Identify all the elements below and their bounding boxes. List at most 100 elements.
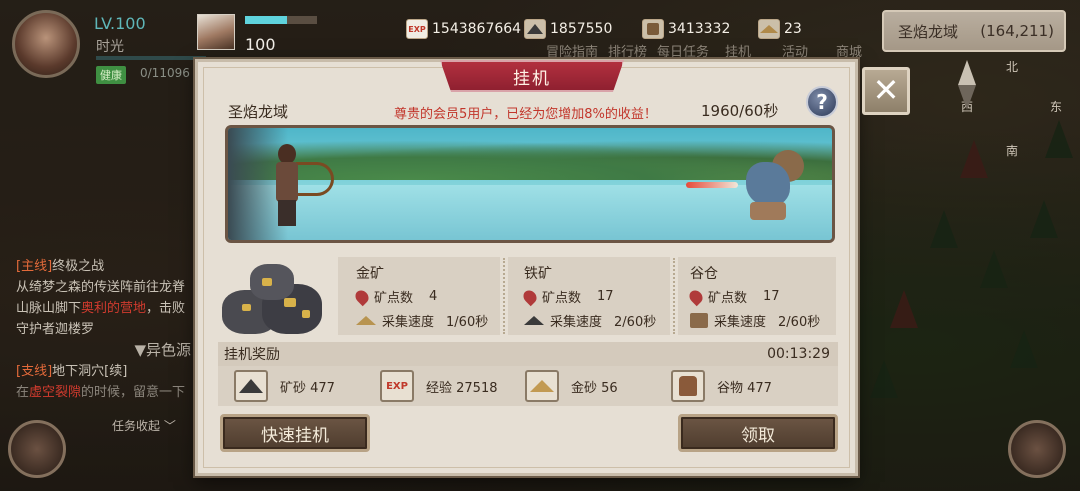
mine-granary-speed: 采集速度 2/60秒 (690, 311, 820, 330)
menu-leaderboard[interactable]: 排行榜 (608, 41, 647, 60)
map-pin-icon (352, 287, 372, 306)
resource-gold-sand: 23 (758, 17, 802, 41)
chevron-down-icon: ﹀ (163, 419, 176, 433)
battle-scene (225, 125, 835, 243)
mine-gold-speed-value: 1/60秒 (446, 315, 489, 330)
mine-granary-title: 谷仓 (690, 266, 718, 282)
exp-icon: EXP (406, 19, 428, 39)
ore-icon (524, 316, 544, 325)
mine-iron-speed-label: 采集速度 (550, 315, 603, 330)
reward-item-grain: 谷物 477 (671, 370, 772, 402)
help-button[interactable]: ? (806, 86, 838, 118)
player-avatar[interactable] (12, 10, 80, 78)
mine-gold: 金矿 矿点数 4 采集速度 1/60秒 (338, 257, 500, 335)
reward-grain-label: 谷物 477 (717, 380, 772, 396)
gold-sand-icon[interactable] (525, 370, 559, 402)
hero-archer-sprite (266, 140, 334, 228)
ore-icon (524, 19, 546, 39)
vip-notice: 尊贵的会员5用户，已经为您增加8%的收益！ (394, 107, 657, 122)
gold-sand-icon (758, 19, 780, 39)
quest-collapse-label: 任务收起 (112, 419, 161, 433)
quick-idle-button[interactable]: 快速挂机 (220, 414, 370, 452)
status-value: 0/11096 (140, 66, 190, 80)
mine-pile-image (222, 254, 327, 336)
quest-main-title: 终极之战 (52, 259, 105, 274)
mine-granary-points-value: 17 (763, 289, 780, 304)
mine-granary-points-label: 矿点数 (708, 291, 748, 306)
reward-ore-label: 矿砂 477 (280, 380, 335, 396)
reward-label: 挂机奖励 (224, 347, 280, 363)
compass-south: 南 (1006, 144, 1019, 158)
location-coords: (164,211) (980, 22, 1054, 40)
close-button[interactable]: ✕ (862, 67, 910, 115)
hero-hp-fill (245, 16, 287, 24)
quest-side-text: 在 (16, 385, 30, 400)
reward-gold-sand-label: 金砂 56 (571, 380, 618, 396)
reward-exp-label: 经验 27518 (426, 380, 498, 396)
mine-granary-speed-value: 2/60秒 (778, 315, 821, 330)
hero-power: 100 (245, 35, 276, 54)
location-box[interactable]: 圣焰龙域 (164,211) (882, 10, 1066, 52)
mine-gold-points-label: 矿点数 (374, 291, 414, 306)
resource-exp: EXP 1543867664 (406, 17, 521, 41)
mine-iron-points-value: 17 (597, 289, 614, 304)
grain-icon (690, 313, 708, 328)
mine-gold-speed: 采集速度 1/60秒 (356, 311, 488, 330)
hero-portrait[interactable] (197, 14, 235, 50)
resource-ore: 1857550 (524, 17, 612, 41)
compass-north: 北 (1006, 60, 1019, 74)
map-pin-icon (686, 287, 706, 306)
reward-list: 矿砂 477 EXP 经验 27518 金砂 56 谷物 477 (218, 366, 838, 406)
quest-main-location: 奥利的营地 (81, 301, 147, 316)
region-name: 圣焰龙域 (228, 103, 289, 121)
idle-rate: 1960/60秒 (701, 102, 779, 120)
reward-item-exp: EXP 经验 27518 (380, 370, 498, 402)
grain-icon[interactable] (671, 370, 705, 402)
exp-icon[interactable]: EXP (380, 370, 414, 402)
home-button[interactable] (1008, 420, 1066, 478)
mine-granary-speed-label: 采集速度 (714, 315, 767, 330)
column-divider (673, 258, 675, 334)
mine-gold-points-value: 4 (429, 289, 438, 304)
quest-side-tag: [支线] (16, 364, 53, 379)
menu-shop[interactable]: 商城 (836, 41, 862, 60)
quest-main-tag: [主线] (16, 259, 53, 274)
menu-adventure-guide[interactable]: 冒险指南 (546, 41, 598, 60)
mine-iron-points-label: 矿点数 (542, 291, 582, 306)
mine-granary-points: 矿点数 17 (686, 287, 780, 306)
player-name: 时光 (96, 39, 124, 55)
status-badge: 健康 (96, 66, 126, 84)
quest-panel[interactable]: [主线]终极之战 从绮梦之森的传送阵前往龙脊山脉山脚下奥利的营地，击败守护者迦楼… (16, 256, 191, 404)
quest-section: ▼异色源 (134, 341, 191, 359)
mine-granary: 谷仓 矿点数 17 采集速度 2/60秒 (678, 257, 836, 335)
hero-hp-bar (245, 16, 317, 24)
reward-item-ore: 矿砂 477 (234, 370, 335, 402)
map-pin-icon (520, 287, 540, 306)
gold-sand-icon (356, 316, 376, 325)
quest-collapse-button[interactable]: 任务收起 ﹀ (112, 417, 176, 434)
claim-button[interactable]: 领取 (678, 414, 838, 452)
mine-iron-points: 矿点数 17 (520, 287, 614, 306)
resource-exp-value: 1543867664 (432, 21, 522, 37)
ore-icon[interactable] (234, 370, 268, 402)
player-level: LV.100 (94, 14, 146, 33)
mine-gold-speed-label: 采集速度 (382, 315, 435, 330)
mine-iron-speed-value: 2/60秒 (614, 315, 657, 330)
bag-button[interactable] (8, 420, 66, 478)
grain-icon (642, 19, 664, 39)
menu-idle[interactable]: 挂机 (725, 41, 751, 60)
resource-ore-value: 1857550 (550, 21, 613, 37)
mine-iron-speed: 采集速度 2/60秒 (524, 311, 656, 330)
resource-grain-value: 3413332 (668, 21, 731, 37)
mine-gold-points: 矿点数 4 (352, 287, 438, 306)
compass: 北 西 东 南 (958, 60, 1068, 170)
quest-side-location: 虚空裂隙 (29, 385, 82, 400)
resource-gold-sand-value: 23 (784, 21, 802, 37)
mine-gold-title: 金矿 (356, 266, 384, 282)
menu-events[interactable]: 活动 (782, 41, 808, 60)
quest-side-title: 地下洞穴[续] (52, 364, 128, 379)
menu-daily-tasks[interactable]: 每日任务 (657, 41, 709, 60)
compass-east: 东 (1050, 100, 1063, 114)
mine-iron: 铁矿 矿点数 17 采集速度 2/60秒 (508, 257, 670, 335)
reward-item-gold-sand: 金砂 56 (525, 370, 618, 402)
